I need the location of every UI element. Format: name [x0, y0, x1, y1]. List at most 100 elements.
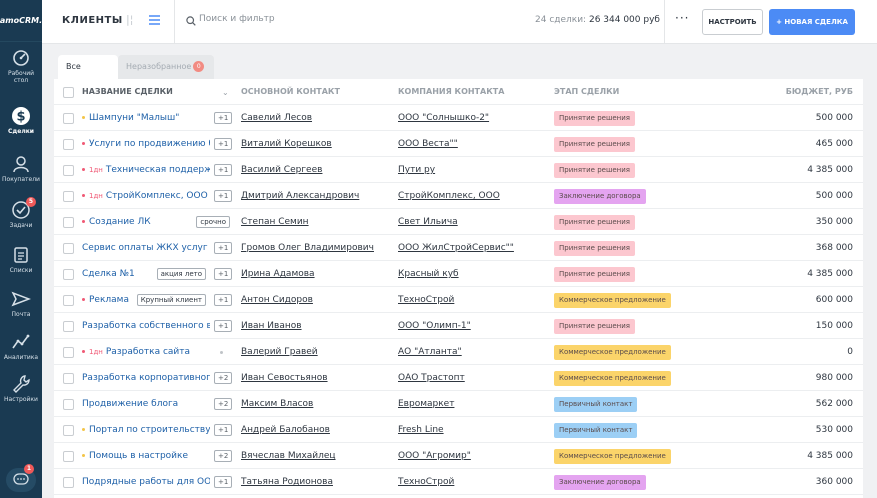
- stage-badge[interactable]: Коммерческое предложение: [554, 371, 671, 386]
- table-row[interactable]: Продвижение блога +2 Максим Власов Евром…: [54, 391, 863, 417]
- deal-name-link[interactable]: Разработка корпоративного сайта: [82, 373, 210, 383]
- contact-link[interactable]: Савелий Лесов: [241, 113, 312, 123]
- table-row[interactable]: 1днТехническая поддержка +1 Василий Серг…: [54, 157, 863, 183]
- table-row[interactable]: Разработка корпоративного сайта +2 Иван …: [54, 365, 863, 391]
- company-link[interactable]: ООО Веста"": [398, 139, 458, 149]
- row-checkbox[interactable]: [63, 399, 74, 410]
- stage-badge[interactable]: Принятие решения: [554, 215, 636, 230]
- contacts-count-badge[interactable]: +1: [214, 268, 233, 280]
- row-checkbox[interactable]: [63, 451, 74, 462]
- contacts-count-badge[interactable]: +1: [214, 242, 233, 254]
- company-link[interactable]: ТехноСтрой: [398, 477, 454, 487]
- contacts-count-badge[interactable]: +1: [214, 164, 233, 176]
- contact-link[interactable]: Максим Власов: [241, 399, 313, 409]
- table-row[interactable]: 1дн Разработка сайта Валерий Гравей АО "А…: [54, 339, 863, 365]
- contact-link[interactable]: Степан Семин: [241, 217, 309, 227]
- stage-badge[interactable]: Принятие решения: [554, 319, 636, 334]
- stage-badge[interactable]: Первичный контакт: [554, 423, 638, 438]
- table-row[interactable]: Подрядные работы для ООО +1 Татьяна Роди…: [54, 469, 863, 495]
- company-link[interactable]: Fresh Line: [398, 425, 444, 435]
- setup-button[interactable]: НАСТРОИТЬ: [702, 9, 763, 35]
- deal-name-link[interactable]: Реклама: [89, 295, 129, 305]
- row-checkbox[interactable]: [63, 347, 74, 358]
- contact-link[interactable]: Вячеслав Михайлец: [241, 451, 336, 461]
- deal-name-link[interactable]: Портал по строительству: [89, 425, 210, 435]
- sidebar-item-analytics[interactable]: Аналитика: [0, 332, 42, 376]
- pipeline-view-icon[interactable]: |¦: [126, 13, 133, 26]
- deal-name-link[interactable]: СтройКомплекс, ООО: [106, 191, 208, 201]
- contact-link[interactable]: Андрей Балобанов: [241, 425, 330, 435]
- contact-link[interactable]: Иван Иванов: [241, 321, 302, 331]
- column-header-contact[interactable]: ОСНОВНОЙ КОНТАКТ: [241, 79, 391, 105]
- company-link[interactable]: ОАО Трастопт: [398, 373, 465, 383]
- company-link[interactable]: ООО ЖилСтройСервис"": [398, 243, 514, 253]
- row-checkbox[interactable]: [63, 373, 74, 384]
- stage-badge[interactable]: Принятие решения: [554, 267, 636, 282]
- row-checkbox[interactable]: [63, 191, 74, 202]
- company-link[interactable]: ООО "Олимп-1": [398, 321, 471, 331]
- deal-name-link[interactable]: Сделка №1: [82, 269, 135, 279]
- contact-link[interactable]: Виталий Корешков: [241, 139, 332, 149]
- row-checkbox[interactable]: [63, 217, 74, 228]
- contacts-count-badge[interactable]: +1: [214, 138, 233, 150]
- contacts-count-badge[interactable]: +1: [214, 190, 233, 202]
- company-link[interactable]: СтройКомплекс, ООО: [398, 191, 500, 201]
- stage-badge[interactable]: Принятие решения: [554, 163, 636, 178]
- contacts-count-badge[interactable]: +2: [214, 372, 233, 384]
- sidebar-item-customers[interactable]: Покупатели: [0, 154, 42, 198]
- column-header-name[interactable]: НАЗВАНИЕ СДЕЛКИ: [82, 79, 232, 105]
- deal-name-link[interactable]: Помощь в настройке: [89, 451, 188, 461]
- deal-name-link[interactable]: Разработка сайта: [106, 347, 190, 357]
- row-checkbox[interactable]: [63, 165, 74, 176]
- sidebar-item-tasks[interactable]: 5 Задачи: [0, 197, 42, 244]
- company-link[interactable]: Свет Ильича: [398, 217, 458, 227]
- table-row[interactable]: Реклама +1 Крупный клиент Антон Сидоров Т…: [54, 287, 863, 313]
- column-header-stage[interactable]: ЭТАП СДЕЛКИ: [554, 79, 704, 105]
- table-row[interactable]: Создание ЛК срочно Степан Семин Свет Иль…: [54, 209, 863, 235]
- contact-link[interactable]: Василий Сергеев: [241, 165, 322, 175]
- contacts-count-badge[interactable]: +2: [214, 450, 233, 462]
- deal-name-link[interactable]: Подрядные работы для ООО: [82, 477, 210, 487]
- contacts-count-badge[interactable]: +2: [214, 398, 233, 410]
- contact-link[interactable]: Валерий Гравей: [241, 347, 318, 357]
- company-link[interactable]: ООО "Агромир": [398, 451, 471, 461]
- deal-name-link[interactable]: Техническая поддержка: [106, 165, 210, 175]
- column-header-company[interactable]: КОМПАНИЯ КОНТАКТА: [398, 79, 548, 105]
- sidebar-item-settings[interactable]: Настройки: [0, 374, 42, 418]
- stage-badge[interactable]: Коммерческое предложение: [554, 345, 671, 360]
- table-row[interactable]: Услуги по продвижению бренда +1 Виталий …: [54, 131, 863, 157]
- app-logo[interactable]: amoCRM.: [0, 0, 42, 42]
- stage-badge[interactable]: Коммерческое предложение: [554, 449, 671, 464]
- stage-badge[interactable]: Заключение договора: [554, 475, 646, 490]
- tab-all-deals[interactable]: Все сделки: [58, 55, 118, 95]
- table-row[interactable]: Портал по строительству +1 Андрей Балоба…: [54, 417, 863, 443]
- row-checkbox[interactable]: [63, 295, 74, 306]
- contact-link[interactable]: Дмитрий Александрович: [241, 191, 359, 201]
- sidebar-item-mail[interactable]: Почта: [0, 289, 42, 333]
- stage-badge[interactable]: Заключение договора: [554, 189, 646, 204]
- deal-name-link[interactable]: Создание ЛК: [89, 217, 151, 227]
- row-checkbox[interactable]: [63, 243, 74, 254]
- sidebar-item-deals[interactable]: $ Сделки: [0, 106, 42, 150]
- company-link[interactable]: Пути ру: [398, 165, 435, 175]
- deal-tag[interactable]: срочно: [196, 216, 230, 228]
- contacts-count-badge[interactable]: +1: [214, 112, 233, 124]
- company-link[interactable]: АО "Атланта": [398, 347, 462, 357]
- contact-link[interactable]: Ирина Адамова: [241, 269, 315, 279]
- company-link[interactable]: ТехноСтрой: [398, 295, 454, 305]
- contacts-count-badge[interactable]: +1: [214, 424, 233, 436]
- table-row[interactable]: Сервис оплаты ЖКХ услуг +1 Громов Олег В…: [54, 235, 863, 261]
- stage-badge[interactable]: Принятие решения: [554, 111, 636, 126]
- table-row[interactable]: 1дн СтройКомплекс, ООО +1 Дмитрий Алексан…: [54, 183, 863, 209]
- table-row[interactable]: Разработка собственного виджета +1 Иван …: [54, 313, 863, 339]
- select-all-checkbox[interactable]: [63, 87, 74, 98]
- table-row[interactable]: Помощь в настройке +2 Вячеслав Михайлец …: [54, 443, 863, 469]
- deal-name-link[interactable]: Сервис оплаты ЖКХ услуг: [82, 243, 208, 253]
- row-checkbox[interactable]: [63, 425, 74, 436]
- column-header-budget[interactable]: БЮДЖЕТ, РУБ: [714, 79, 853, 105]
- stage-badge[interactable]: Первичный контакт: [554, 397, 638, 412]
- table-row[interactable]: Сделка №1 +1 акция лето Ирина Адамова Кра…: [54, 261, 863, 287]
- deal-name-link[interactable]: Разработка собственного виджета: [82, 321, 210, 331]
- stage-badge[interactable]: Принятие решения: [554, 137, 636, 152]
- sidebar-item-lists[interactable]: Списки: [0, 245, 42, 289]
